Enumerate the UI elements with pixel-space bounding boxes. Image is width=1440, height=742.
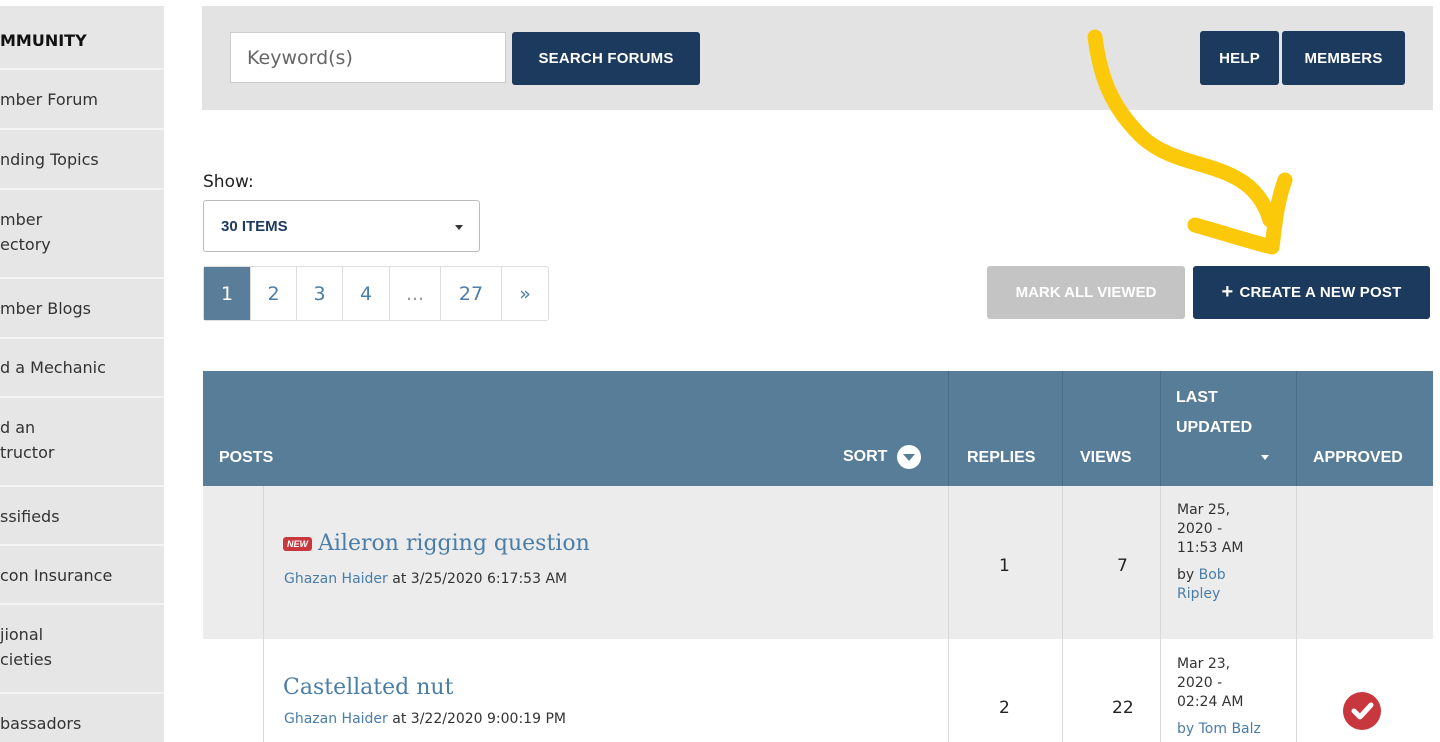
sidebar-item-label: mber [0,210,43,229]
post-meta: Ghazan Haider at 3/22/2020 9:00:19 PM [284,711,566,727]
last-updated-header-line2[interactable]: UPDATED [1176,419,1252,437]
last-updated-user-link[interactable]: Ripley [1177,586,1220,602]
last-updated-user-link[interactable]: by Tom Balz [1177,720,1261,739]
sidebar-item-label: mber Forum [0,90,98,109]
sidebar-item-label: tructor [0,443,55,462]
items-per-page-select[interactable]: 30 ITEMS [203,200,480,252]
page-4[interactable]: 4 [343,267,390,320]
sidebar-item-classifieds[interactable]: ssifieds [0,487,164,546]
sidebar-item-member-blogs[interactable]: mber Blogs [0,279,164,339]
post-title-text: Aileron rigging question [318,531,590,556]
chevron-down-icon [455,225,463,230]
sort-label: SORT [843,448,888,466]
post-meta: Ghazan Haider at 3/25/2020 6:17:53 AM [284,571,567,587]
last-updated-header-line1[interactable]: LAST [1176,389,1218,407]
approved-check-icon [1343,692,1381,730]
sidebar-heading: MMUNITY [0,6,164,70]
sidebar: MMUNITY mber Forum nding Topics mber ect… [0,6,164,742]
sidebar-item-label: d a Mechanic [0,358,106,377]
post-title-link[interactable]: NEW Aileron rigging question [283,531,590,556]
sort-button[interactable]: SORT [843,445,922,469]
sidebar-item-label: jional [0,625,44,644]
sidebar-item-member-forum[interactable]: mber Forum [0,70,164,130]
views-count: 22 [1112,698,1134,718]
annotation-arrow [1087,29,1293,255]
by-label: by [1177,567,1195,583]
next-page-button[interactable]: » [502,267,548,320]
page-2[interactable]: 2 [251,267,297,320]
new-badge: NEW [283,537,312,551]
plus-icon: + [1221,281,1234,303]
sidebar-item-label: con Insurance [0,566,113,585]
keyword-search-input[interactable] [230,32,506,83]
sidebar-item-ambassadors[interactable]: bassadors [0,694,164,742]
sidebar-item-label: mber Blogs [0,299,91,318]
sidebar-item-label: ssifieds [0,507,60,526]
sidebar-item-label: ectory [0,235,51,254]
sidebar-heading-label: MMUNITY [0,31,87,50]
search-forums-button[interactable]: SEARCH FORUMS [512,32,700,85]
post-title-link[interactable]: Castellated nut [283,675,453,700]
page-3[interactable]: 3 [297,267,343,320]
last-updated: Mar 25, 2020 - 11:53 AM by Bob Ripley [1177,501,1243,604]
sidebar-item-insurance[interactable]: con Insurance [0,546,164,605]
sidebar-item-label: d an [0,418,36,437]
pagination: 1 2 3 4 ... 27 » [203,266,549,321]
sidebar-item-regional-societies[interactable]: jional cieties [0,605,164,694]
sidebar-item-find-mechanic[interactable]: d a Mechanic [0,339,164,398]
post-date: at 3/25/2020 6:17:53 AM [392,571,568,587]
create-new-post-label: CREATE A NEW POST [1239,284,1402,301]
last-updated-date: Mar 25, [1177,502,1231,518]
items-per-page-value: 30 ITEMS [221,218,288,235]
sort-desc-icon [1261,455,1269,460]
author-link[interactable]: Ghazan Haider [284,571,388,587]
page-ellipsis: ... [390,267,441,320]
last-updated-time: 11:53 AM [1177,540,1244,556]
last-updated: Mar 23, 2020 - 02:24 AM by Tom Balz [1177,655,1261,742]
create-new-post-button[interactable]: + CREATE A NEW POST [1193,266,1430,319]
author-link[interactable]: Ghazan Haider [284,711,388,727]
posts-column-header: POSTS [219,449,274,466]
sidebar-item-label: nding Topics [0,150,99,169]
last-updated-year: 2020 - [1177,521,1223,537]
sidebar-item-member-directory[interactable]: mber ectory [0,190,164,279]
views-column-header[interactable]: VIEWS [1080,449,1132,467]
last-updated-time: 02:24 AM [1177,694,1244,710]
sidebar-item-label: cieties [0,650,52,669]
last-updated-user-link[interactable]: Bob [1199,567,1226,583]
sidebar-item-label: bassadors [0,714,82,733]
sort-dropdown-icon [897,445,922,469]
table-row [203,486,1433,639]
page-27[interactable]: 27 [441,267,502,320]
approved-column-header: APPROVED [1313,449,1403,466]
page-1[interactable]: 1 [204,267,251,320]
last-updated-year: 2020 - [1177,675,1223,691]
sidebar-item-find-instructor[interactable]: d an tructor [0,398,164,487]
views-count: 7 [1117,556,1128,576]
mark-all-viewed-button[interactable]: MARK ALL VIEWED [987,266,1185,319]
post-date: at 3/22/2020 9:00:19 PM [392,711,566,727]
replies-column-header[interactable]: REPLIES [967,449,1035,467]
replies-count: 2 [999,698,1010,718]
replies-count: 1 [999,556,1010,576]
sidebar-item-trending-topics[interactable]: nding Topics [0,130,164,190]
posts-table-header: POSTS SORT REPLIES VIEWS LAST UPDATED AP… [203,371,1433,486]
show-label: Show: [203,172,254,192]
last-updated-date: Mar 23, [1177,656,1231,672]
